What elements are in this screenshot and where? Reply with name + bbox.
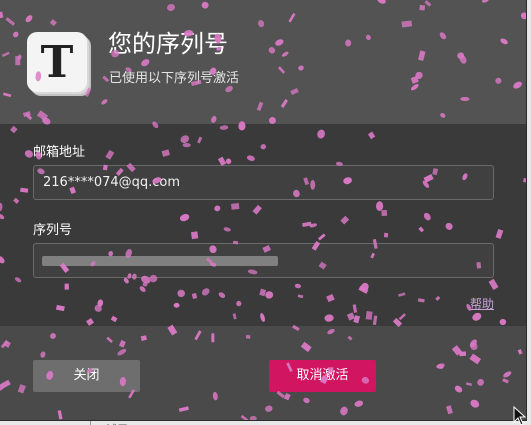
dialog-footer: 关闭 取消激活 [0, 326, 526, 420]
dialog-subtitle: 已使用以下序列号激活 [109, 71, 240, 86]
background-label: 试用 [106, 421, 128, 425]
close-button[interactable]: 关闭 [33, 360, 140, 392]
email-label: 邮箱地址 [33, 145, 86, 160]
app-icon-letter: T [40, 36, 74, 88]
dialog-header: T 您的序列号 已使用以下序列号激活 [0, 0, 526, 124]
license-form: 邮箱地址 序列号 帮助 [0, 124, 526, 326]
background-divider [90, 421, 91, 425]
app-icon: T [27, 32, 87, 92]
serial-number-dialog: T 您的序列号 已使用以下序列号激活 邮箱地址 序列号 帮助 关闭 取消激活 [0, 0, 527, 421]
email-field[interactable] [33, 165, 494, 200]
confetti-piece [489, 420, 498, 421]
help-link[interactable]: 帮助 [470, 295, 494, 312]
serial-number-redaction [42, 256, 278, 266]
dialog-title: 您的序列号 [108, 30, 228, 58]
deactivate-button[interactable]: 取消激活 [269, 360, 376, 392]
mouse-pointer-icon [513, 406, 527, 425]
serial-label: 序列号 [33, 223, 73, 238]
